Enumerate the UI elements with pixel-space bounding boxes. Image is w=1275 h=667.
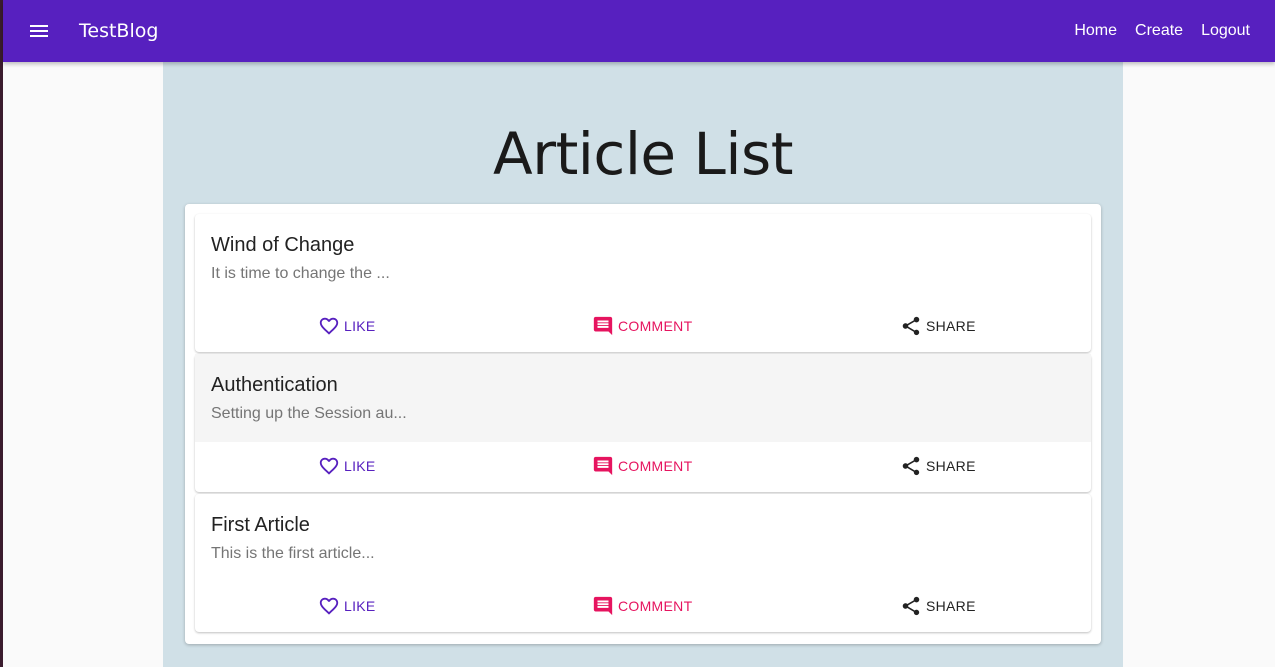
article-card[interactable]: Wind of Change It is time to change the … — [195, 214, 1091, 352]
article-excerpt: This is the first article... — [211, 545, 375, 562]
comment-label: COMMENT — [618, 318, 693, 334]
comment-label: COMMENT — [618, 598, 693, 614]
like-label: LIKE — [344, 598, 376, 614]
heart-outline-icon — [319, 457, 339, 475]
comment-icon — [593, 596, 613, 616]
nav-home-link[interactable]: Home — [1074, 22, 1117, 40]
like-label: LIKE — [344, 318, 376, 334]
menu-icon[interactable] — [27, 19, 51, 43]
article-card[interactable]: First Article This is the first article.… — [195, 494, 1091, 632]
article-title: First Article — [211, 514, 310, 536]
article-list: Wind of Change It is time to change the … — [185, 204, 1101, 644]
like-button[interactable]: LIKE — [318, 315, 376, 337]
brand-title[interactable]: TestBlog — [79, 20, 158, 42]
share-icon — [902, 596, 920, 616]
share-label: SHARE — [926, 458, 976, 474]
heart-outline-icon — [319, 597, 339, 615]
article-excerpt: Setting up the Session au... — [211, 405, 407, 422]
share-icon — [902, 316, 920, 336]
share-icon — [902, 456, 920, 476]
comment-icon — [593, 316, 613, 336]
window-edge — [0, 0, 3, 667]
article-content[interactable]: Wind of Change It is time to change the … — [195, 214, 1091, 302]
page-title: Article List — [493, 120, 793, 188]
comment-button[interactable]: COMMENT — [592, 595, 692, 617]
app-bar: TestBlog Home Create Logout — [3, 0, 1275, 62]
article-card[interactable]: Authentication Setting up the Session au… — [195, 354, 1091, 492]
share-button[interactable]: SHARE — [900, 315, 976, 337]
heart-outline-icon — [319, 317, 339, 335]
like-button[interactable]: LIKE — [318, 595, 376, 617]
article-actions: LIKE COMMENT SHARE — [195, 442, 1091, 492]
article-actions: LIKE COMMENT SHARE — [195, 302, 1091, 352]
nav-logout-link[interactable]: Logout — [1201, 22, 1250, 40]
like-button[interactable]: LIKE — [318, 455, 376, 477]
comment-icon — [593, 456, 613, 476]
article-excerpt: It is time to change the ... — [211, 265, 390, 282]
article-content[interactable]: Authentication Setting up the Session au… — [195, 354, 1091, 442]
article-title: Authentication — [211, 374, 338, 396]
share-label: SHARE — [926, 318, 976, 334]
comment-button[interactable]: COMMENT — [592, 315, 692, 337]
top-nav: Home Create Logout — [1074, 22, 1250, 40]
share-label: SHARE — [926, 598, 976, 614]
article-content[interactable]: First Article This is the first article.… — [195, 494, 1091, 582]
comment-label: COMMENT — [618, 458, 693, 474]
comment-button[interactable]: COMMENT — [592, 455, 692, 477]
article-title: Wind of Change — [211, 234, 355, 256]
like-label: LIKE — [344, 458, 376, 474]
main-content: Article List Wind of Change It is time t… — [163, 62, 1123, 667]
share-button[interactable]: SHARE — [900, 595, 976, 617]
share-button[interactable]: SHARE — [900, 455, 976, 477]
nav-create-link[interactable]: Create — [1135, 22, 1183, 40]
article-actions: LIKE COMMENT SHARE — [195, 582, 1091, 632]
